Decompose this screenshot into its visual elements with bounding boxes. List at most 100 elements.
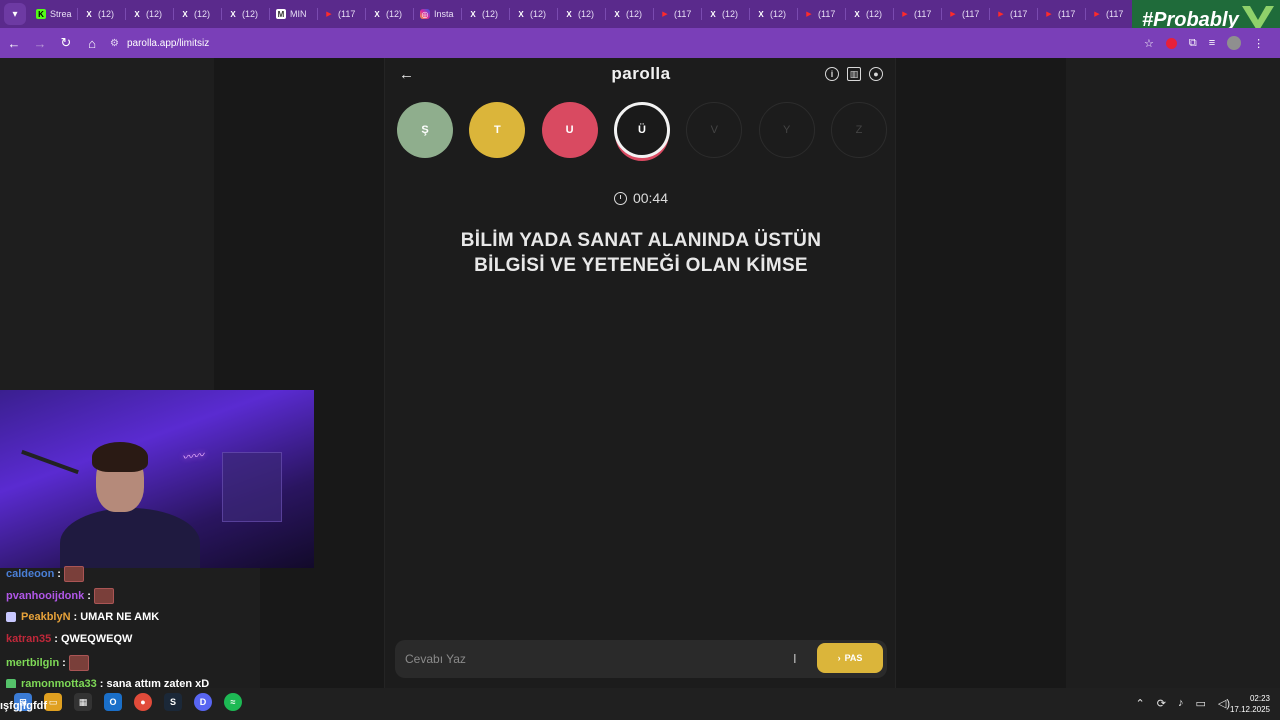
youtube-icon: ▶ — [1046, 11, 1052, 18]
chrome-icon[interactable]: ● — [134, 693, 152, 711]
taskbar-clock[interactable]: 02:23 17.12.2025 — [1230, 693, 1270, 715]
browser-tab[interactable]: X (12) — [750, 3, 798, 25]
info-icon[interactable]: i — [825, 67, 839, 81]
menu-kebab-icon[interactable]: ⋮ — [1253, 37, 1264, 50]
mn-icon: M — [276, 9, 286, 19]
browser-tab[interactable]: ▶ (117 — [654, 3, 702, 25]
pass-button[interactable]: › PAS — [817, 643, 883, 673]
browser-tab[interactable]: ▶ (117 — [990, 3, 1038, 25]
back-button[interactable]: ← — [2, 31, 26, 55]
page-background-left — [0, 58, 214, 390]
tab-label: Insta — [434, 9, 454, 19]
sync-icon[interactable]: ⟳ — [1157, 697, 1166, 710]
browser-tab[interactable]: ▶ (117 — [1038, 3, 1086, 25]
browser-tab[interactable]: X (12) — [126, 3, 174, 25]
tab-label: (12) — [578, 9, 595, 19]
tab-label: (117 — [962, 9, 980, 19]
parolla-app: ← parolla i ▥ ● ŞTUÜVYZ 00:44 BİLİM YADA… — [384, 58, 896, 688]
youtube-icon: ▶ — [998, 11, 1004, 18]
browser-tab[interactable]: X (12) — [78, 3, 126, 25]
x-icon: X — [86, 9, 92, 19]
letter-circle-idle: Z — [830, 102, 887, 158]
outlook-icon[interactable]: O — [104, 693, 122, 711]
pass-label: PAS — [844, 653, 863, 663]
answer-bar: I › PAS — [395, 640, 887, 678]
x-icon: X — [710, 9, 716, 19]
clock-icon — [613, 191, 627, 205]
streamer-hair — [92, 442, 148, 472]
browser-tab[interactable]: X (12) — [510, 3, 558, 25]
answer-input[interactable] — [395, 644, 785, 674]
tab-label: (12) — [770, 9, 787, 19]
browser-tab[interactable]: ▶ (117 — [1086, 3, 1134, 25]
app-brand: parolla — [611, 64, 671, 83]
browser-tab[interactable]: ▶ (117 — [942, 3, 990, 25]
instagram-icon: ◎ — [420, 9, 430, 19]
volume-icon[interactable]: ◁) — [1218, 697, 1230, 710]
webcam-overlay: 〰〰 — [0, 390, 314, 568]
tab-label: (117 — [914, 9, 932, 19]
letter-circle-correct: Ş — [397, 102, 453, 158]
browser-tab[interactable]: ◎ Insta — [414, 3, 462, 25]
chat-message: PeakblyN: UMAR NE AMK — [6, 611, 159, 623]
discord-icon[interactable]: D — [194, 693, 212, 711]
browser-tab[interactable]: ▶ (117 — [894, 3, 942, 25]
letter-circle-wrong: U — [541, 102, 598, 158]
browser-tab[interactable]: X (12) — [558, 3, 606, 25]
clock-time: 02:23 — [1249, 694, 1270, 703]
browser-tab[interactable]: K Strea — [30, 3, 78, 25]
youtube-icon: ▶ — [662, 11, 668, 18]
tray-chevron-icon[interactable]: ⌃ — [1136, 697, 1145, 710]
tab-label: (117 — [818, 9, 836, 19]
tab-label: (12) — [242, 9, 259, 19]
browser-tab-bar: ▾ K Strea X (12) X (12) X (12) X (12) M MIN ▶ (117 X (1… — [0, 0, 1280, 28]
store-icon[interactable]: ▦ — [74, 693, 92, 711]
tab-search-button[interactable]: ▾ — [4, 3, 26, 25]
browser-tab[interactable]: X (12) — [222, 3, 270, 25]
x-icon: X — [182, 9, 188, 19]
tab-label: (12) — [146, 9, 163, 19]
steam-icon[interactable]: S — [164, 693, 182, 711]
os-taskbar: ⊞ ▭ ▦ O ● S D ≈ ışfgjfgfdf ⌃ ⟳ ♪ ▭ ◁) 02… — [0, 688, 1280, 720]
site-info-icon[interactable]: ⚙ — [110, 38, 119, 49]
page-background-right — [1066, 58, 1280, 688]
youtube-icon: ▶ — [902, 11, 908, 18]
tab-label: (12) — [530, 9, 547, 19]
browser-tab[interactable]: X (12) — [366, 3, 414, 25]
chat-message: caldeoon: — [6, 566, 84, 582]
tab-label: (12) — [386, 9, 403, 19]
youtube-icon: ▶ — [326, 11, 332, 18]
home-button[interactable]: ⌂ — [80, 31, 104, 55]
chat-username: PeakblyN — [21, 611, 71, 623]
browser-tab[interactable]: X (12) — [462, 3, 510, 25]
browser-tab[interactable]: X (12) — [846, 3, 894, 25]
browser-tab[interactable]: ▶ (117 — [318, 3, 366, 25]
display-icon[interactable]: ▭ — [1195, 697, 1205, 710]
browser-tab[interactable]: ▶ (117 — [798, 3, 846, 25]
reading-list-icon[interactable]: ≡ — [1209, 37, 1215, 49]
user-icon[interactable]: ● — [869, 67, 883, 81]
letter-row: ŞTUÜVYZ — [397, 102, 887, 158]
extension-icon[interactable] — [1165, 37, 1177, 49]
chat-message: mertbilgin: — [6, 655, 89, 671]
profile-avatar[interactable] — [1227, 36, 1242, 50]
stats-icon[interactable]: ▥ — [847, 67, 861, 81]
tab-label: (12) — [626, 9, 643, 19]
chat-text: QWEQWEQW — [60, 633, 133, 645]
system-tray: ⌃ ⟳ ♪ ▭ ◁) — [1136, 697, 1230, 710]
url-field[interactable]: ⚙ parolla.app/limitsiz — [110, 32, 1138, 54]
browser-tab[interactable]: X (12) — [606, 3, 654, 25]
bookmark-star-icon[interactable]: ☆ — [1144, 37, 1154, 50]
forward-button[interactable]: → — [28, 31, 52, 55]
extensions-puzzle-icon[interactable]: ⧉ — [1189, 37, 1197, 50]
microphone-icon[interactable]: ♪ — [1178, 697, 1184, 710]
webcam-shelf — [222, 452, 282, 522]
youtube-icon: ▶ — [950, 11, 956, 18]
youtube-icon: ▶ — [1094, 11, 1100, 18]
browser-tab[interactable]: X (12) — [702, 3, 750, 25]
spotify-icon[interactable]: ≈ — [224, 693, 242, 711]
reload-button[interactable]: ↻ — [54, 31, 78, 55]
chat-separator: : — [54, 633, 58, 645]
browser-tab[interactable]: M MIN — [270, 3, 318, 25]
browser-tab[interactable]: X (12) — [174, 3, 222, 25]
